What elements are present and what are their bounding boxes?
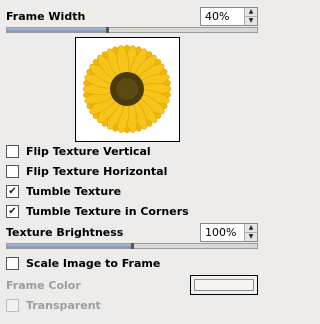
spin-up-icon[interactable]: ▲ <box>245 8 257 16</box>
flip-vertical-option[interactable]: Flip Texture Vertical <box>6 145 151 158</box>
transparent-label: Transparent <box>26 299 101 312</box>
tumble-texture-option[interactable]: ✔ Tumble Texture <box>6 185 121 198</box>
frame-color-swatch <box>194 279 254 291</box>
flip-horizontal-label: Flip Texture Horizontal <box>26 165 168 178</box>
frame-width-slider-fill <box>7 28 107 32</box>
scale-image-label: Scale Image to Frame <box>26 257 161 270</box>
sunflower-icon <box>82 44 172 134</box>
texture-preview <box>75 37 180 142</box>
frame-width-value[interactable]: 40% <box>201 10 244 23</box>
flip-vertical-checkbox[interactable] <box>6 145 19 158</box>
frame-color-label: Frame Color <box>6 279 81 292</box>
texture-brightness-value[interactable]: 100% <box>201 226 244 239</box>
transparent-checkbox <box>6 299 19 312</box>
frame-width-spinbox[interactable]: 40% ▲ ▼ <box>200 7 258 26</box>
flip-horizontal-checkbox[interactable] <box>6 165 19 178</box>
tumble-texture-checkbox[interactable]: ✔ <box>6 185 19 198</box>
checkmark-icon: ✔ <box>8 205 17 217</box>
frame-width-slider[interactable] <box>6 27 258 33</box>
frame-width-spin-arrows[interactable]: ▲ ▼ <box>244 8 257 25</box>
spin-down-icon[interactable]: ▼ <box>245 16 257 25</box>
texture-brightness-label: Texture Brightness <box>6 226 124 239</box>
spin-down-icon[interactable]: ▼ <box>245 232 257 241</box>
transparent-option: Transparent <box>6 299 101 312</box>
frame-width-label: Frame Width <box>6 10 86 23</box>
texture-brightness-slider-fill <box>7 244 132 248</box>
texture-brightness-spinbox[interactable]: 100% ▲ ▼ <box>200 223 258 242</box>
checkmark-icon: ✔ <box>8 185 17 197</box>
scale-image-checkbox[interactable] <box>6 257 19 270</box>
tumble-corners-checkbox[interactable]: ✔ <box>6 205 19 218</box>
scale-image-option[interactable]: Scale Image to Frame <box>6 257 160 270</box>
tumble-corners-option[interactable]: ✔ Tumble Texture in Corners <box>6 205 189 218</box>
flip-horizontal-option[interactable]: Flip Texture Horizontal <box>6 165 167 178</box>
frame-color-button[interactable] <box>190 275 258 295</box>
flip-vertical-label: Flip Texture Vertical <box>26 145 151 158</box>
texture-brightness-slider[interactable] <box>6 243 258 249</box>
tumble-texture-label: Tumble Texture <box>26 185 122 198</box>
frame-width-slider-handle[interactable] <box>106 27 109 33</box>
texture-brightness-spin-arrows[interactable]: ▲ ▼ <box>244 224 257 241</box>
tumble-corners-label: Tumble Texture in Corners <box>26 205 189 218</box>
texture-brightness-slider-handle[interactable] <box>131 243 134 249</box>
spin-up-icon[interactable]: ▲ <box>245 224 257 232</box>
